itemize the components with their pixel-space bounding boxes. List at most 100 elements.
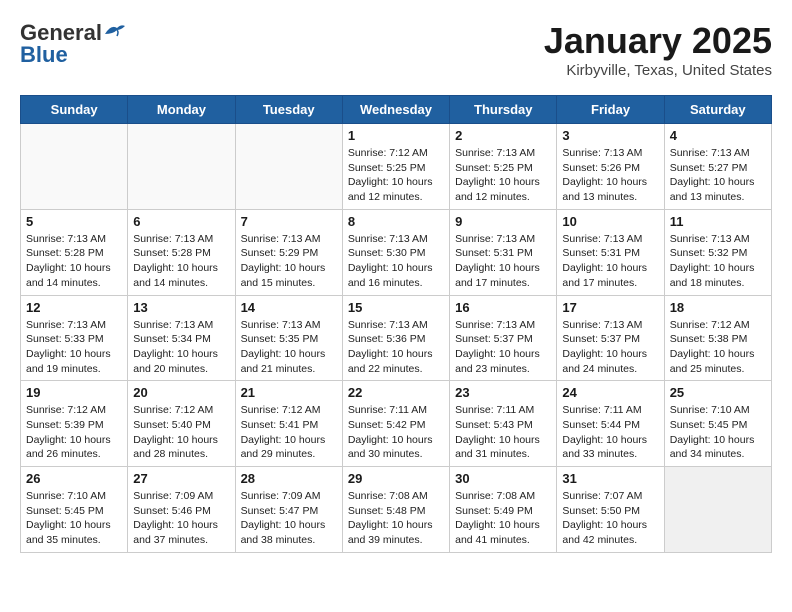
day-info: Sunrise: 7:12 AM Sunset: 5:40 PM Dayligh…: [133, 403, 229, 462]
day-info: Sunrise: 7:09 AM Sunset: 5:47 PM Dayligh…: [241, 489, 337, 548]
day-number: 10: [562, 214, 658, 229]
day-number: 27: [133, 471, 229, 486]
calendar-week-row: 1 Sunrise: 7:12 AM Sunset: 5:25 PM Daylig…: [21, 124, 772, 210]
weekday-header-row: SundayMondayTuesdayWednesdayThursdayFrid…: [21, 96, 772, 124]
day-info: Sunrise: 7:13 AM Sunset: 5:35 PM Dayligh…: [241, 318, 337, 377]
calendar-day-cell: 7Sunrise: 7:13 AM Sunset: 5:29 PM Daylig…: [235, 209, 342, 295]
day-number: 5: [26, 214, 122, 229]
day-info: Sunrise: 7:13 AM Sunset: 5:30 PM Dayligh…: [348, 232, 444, 291]
day-info: Sunrise: 7:12 AM Sunset: 5:41 PM Dayligh…: [241, 403, 337, 462]
logo: General Blue: [20, 20, 125, 68]
day-number: 21: [241, 385, 337, 400]
calendar-day-cell: 4 Sunrise: 7:13 AM Sunset: 5:27 PM Daylig…: [664, 124, 771, 210]
day-number: 29: [348, 471, 444, 486]
calendar-day-cell: 9Sunrise: 7:13 AM Sunset: 5:31 PM Daylig…: [450, 209, 557, 295]
calendar-day-cell: 1 Sunrise: 7:12 AM Sunset: 5:25 PM Daylig…: [342, 124, 449, 210]
calendar-day-cell: 11 Sunrise: 7:13 AM Sunset: 5:32 PM Dayli…: [664, 209, 771, 295]
day-info: Sunrise: 7:13 AM Sunset: 5:28 PM Dayligh…: [26, 232, 122, 291]
day-info: Sunrise: 7:13 AM Sunset: 5:29 PM Dayligh…: [241, 232, 337, 291]
day-number: 1: [348, 128, 444, 143]
page-header: General Blue January 2025 Kirbyville, Te…: [20, 20, 772, 79]
calendar-day-cell: 30 Sunrise: 7:08 AM Sunset: 5:49 PM Dayli…: [450, 467, 557, 553]
calendar-day-cell: [235, 124, 342, 210]
weekday-header: Monday: [128, 96, 235, 124]
calendar-day-cell: 31 Sunrise: 7:07 AM Sunset: 5:50 PM Dayli…: [557, 467, 664, 553]
day-number: 16: [455, 300, 551, 315]
calendar-day-cell: 18Sunrise: 7:12 AM Sunset: 5:38 PM Dayli…: [664, 295, 771, 381]
day-info: Sunrise: 7:11 AM Sunset: 5:43 PM Dayligh…: [455, 403, 551, 462]
day-number: 30: [455, 471, 551, 486]
title-section: January 2025 Kirbyville, Texas, United S…: [544, 20, 772, 79]
day-number: 17: [562, 300, 658, 315]
weekday-header: Friday: [557, 96, 664, 124]
day-info: Sunrise: 7:13 AM Sunset: 5:37 PM Dayligh…: [455, 318, 551, 377]
day-number: 3: [562, 128, 658, 143]
day-info: Sunrise: 7:08 AM Sunset: 5:49 PM Dayligh…: [455, 489, 551, 548]
month-title: January 2025: [544, 20, 772, 62]
day-number: 15: [348, 300, 444, 315]
day-number: 24: [562, 385, 658, 400]
calendar-day-cell: 25 Sunrise: 7:10 AM Sunset: 5:45 PM Dayli…: [664, 381, 771, 467]
calendar-day-cell: 24 Sunrise: 7:11 AM Sunset: 5:44 PM Dayli…: [557, 381, 664, 467]
day-info: Sunrise: 7:13 AM Sunset: 5:27 PM Dayligh…: [670, 146, 766, 205]
day-number: 9: [455, 214, 551, 229]
day-info: Sunrise: 7:10 AM Sunset: 5:45 PM Dayligh…: [26, 489, 122, 548]
calendar-day-cell: 5 Sunrise: 7:13 AM Sunset: 5:28 PM Daylig…: [21, 209, 128, 295]
day-number: 19: [26, 385, 122, 400]
calendar-day-cell: 27 Sunrise: 7:09 AM Sunset: 5:46 PM Dayli…: [128, 467, 235, 553]
calendar-week-row: 19 Sunrise: 7:12 AM Sunset: 5:39 PM Dayli…: [21, 381, 772, 467]
day-number: 20: [133, 385, 229, 400]
day-number: 14: [241, 300, 337, 315]
calendar-day-cell: 13 Sunrise: 7:13 AM Sunset: 5:34 PM Dayli…: [128, 295, 235, 381]
day-info: Sunrise: 7:13 AM Sunset: 5:28 PM Dayligh…: [133, 232, 229, 291]
weekday-header: Sunday: [21, 96, 128, 124]
day-info: Sunrise: 7:11 AM Sunset: 5:42 PM Dayligh…: [348, 403, 444, 462]
calendar-day-cell: 22 Sunrise: 7:11 AM Sunset: 5:42 PM Dayli…: [342, 381, 449, 467]
day-info: Sunrise: 7:13 AM Sunset: 5:33 PM Dayligh…: [26, 318, 122, 377]
day-info: Sunrise: 7:07 AM Sunset: 5:50 PM Dayligh…: [562, 489, 658, 548]
day-info: Sunrise: 7:11 AM Sunset: 5:44 PM Dayligh…: [562, 403, 658, 462]
calendar-day-cell: 20 Sunrise: 7:12 AM Sunset: 5:40 PM Dayli…: [128, 381, 235, 467]
calendar-day-cell: 8 Sunrise: 7:13 AM Sunset: 5:30 PM Daylig…: [342, 209, 449, 295]
day-number: 25: [670, 385, 766, 400]
day-number: 31: [562, 471, 658, 486]
calendar-day-cell: 23 Sunrise: 7:11 AM Sunset: 5:43 PM Dayli…: [450, 381, 557, 467]
calendar-day-cell: 15 Sunrise: 7:13 AM Sunset: 5:36 PM Dayli…: [342, 295, 449, 381]
day-number: 28: [241, 471, 337, 486]
day-info: Sunrise: 7:10 AM Sunset: 5:45 PM Dayligh…: [670, 403, 766, 462]
day-info: Sunrise: 7:13 AM Sunset: 5:26 PM Dayligh…: [562, 146, 658, 205]
calendar-day-cell: 2Sunrise: 7:13 AM Sunset: 5:25 PM Daylig…: [450, 124, 557, 210]
calendar-day-cell: 12 Sunrise: 7:13 AM Sunset: 5:33 PM Dayli…: [21, 295, 128, 381]
day-info: Sunrise: 7:13 AM Sunset: 5:37 PM Dayligh…: [562, 318, 658, 377]
day-info: Sunrise: 7:13 AM Sunset: 5:32 PM Dayligh…: [670, 232, 766, 291]
day-info: Sunrise: 7:13 AM Sunset: 5:34 PM Dayligh…: [133, 318, 229, 377]
logo-blue: Blue: [20, 42, 68, 68]
day-number: 26: [26, 471, 122, 486]
weekday-header: Wednesday: [342, 96, 449, 124]
day-number: 22: [348, 385, 444, 400]
day-number: 13: [133, 300, 229, 315]
calendar-day-cell: [21, 124, 128, 210]
weekday-header: Tuesday: [235, 96, 342, 124]
calendar-day-cell: 19 Sunrise: 7:12 AM Sunset: 5:39 PM Dayli…: [21, 381, 128, 467]
day-number: 4: [670, 128, 766, 143]
day-info: Sunrise: 7:08 AM Sunset: 5:48 PM Dayligh…: [348, 489, 444, 548]
day-info: Sunrise: 7:13 AM Sunset: 5:36 PM Dayligh…: [348, 318, 444, 377]
weekday-header: Saturday: [664, 96, 771, 124]
day-info: Sunrise: 7:12 AM Sunset: 5:25 PM Dayligh…: [348, 146, 444, 205]
calendar-week-row: 5 Sunrise: 7:13 AM Sunset: 5:28 PM Daylig…: [21, 209, 772, 295]
calendar-day-cell: 29 Sunrise: 7:08 AM Sunset: 5:48 PM Dayli…: [342, 467, 449, 553]
day-number: 12: [26, 300, 122, 315]
day-number: 11: [670, 214, 766, 229]
day-info: Sunrise: 7:12 AM Sunset: 5:38 PM Dayligh…: [670, 318, 766, 377]
day-number: 2: [455, 128, 551, 143]
calendar-day-cell: 6Sunrise: 7:13 AM Sunset: 5:28 PM Daylig…: [128, 209, 235, 295]
day-info: Sunrise: 7:13 AM Sunset: 5:31 PM Dayligh…: [562, 232, 658, 291]
logo-bird-icon: [103, 22, 125, 40]
weekday-header: Thursday: [450, 96, 557, 124]
day-number: 23: [455, 385, 551, 400]
day-info: Sunrise: 7:09 AM Sunset: 5:46 PM Dayligh…: [133, 489, 229, 548]
day-info: Sunrise: 7:12 AM Sunset: 5:39 PM Dayligh…: [26, 403, 122, 462]
day-number: 8: [348, 214, 444, 229]
calendar-week-row: 12 Sunrise: 7:13 AM Sunset: 5:33 PM Dayli…: [21, 295, 772, 381]
